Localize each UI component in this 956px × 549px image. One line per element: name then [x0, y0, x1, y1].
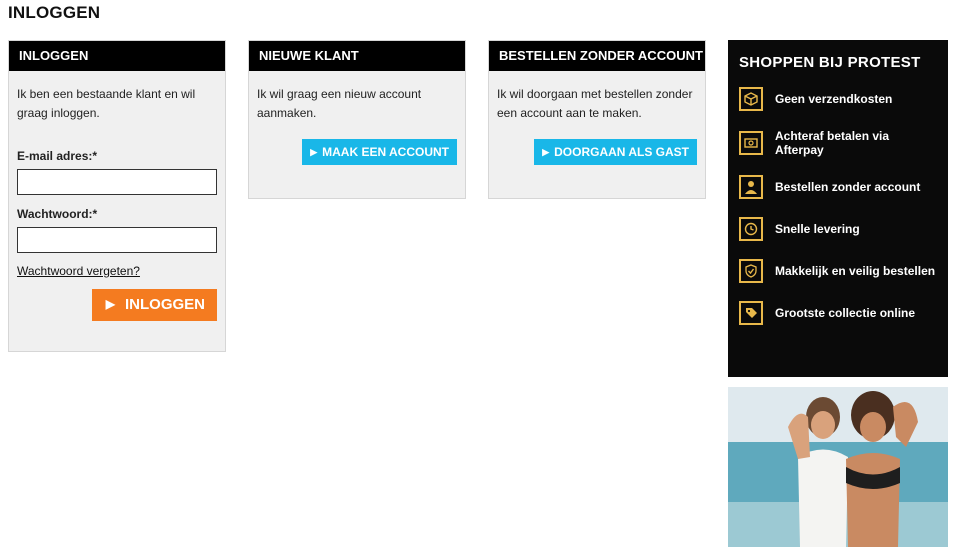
password-field[interactable] — [17, 227, 217, 253]
usp-label: Bestellen zonder account — [775, 180, 921, 194]
usp-label: Snelle levering — [775, 222, 860, 236]
money-icon — [739, 131, 763, 155]
arrow-right-icon: ▶ — [542, 147, 550, 157]
forgot-password-link[interactable]: Wachtwoord vergeten? — [17, 262, 140, 281]
guest-checkout-intro-text: Ik wil doorgaan met bestellen zonder een… — [497, 87, 693, 120]
guest-checkout-panel: BESTELLEN ZONDER ACCOUNT Ik wil doorgaan… — [488, 40, 706, 199]
usp-label: Makkelijk en veilig bestellen — [775, 264, 936, 278]
usp-label: Geen verzendkosten — [775, 92, 893, 106]
create-account-button[interactable]: ▶ MAAK EEN ACCOUNT — [302, 139, 457, 165]
arrow-right-icon: ▶ — [310, 147, 318, 157]
new-customer-panel: NIEUWE KLANT Ik wil graag een nieuw acco… — [248, 40, 466, 199]
person-icon — [739, 175, 763, 199]
guest-checkout-panel-header: BESTELLEN ZONDER ACCOUNT — [489, 41, 705, 71]
usp-item: Makkelijk en veilig bestellen — [739, 259, 938, 283]
beach-photo-image — [728, 387, 948, 547]
tag-icon — [739, 301, 763, 325]
create-account-button-label: MAAK EEN ACCOUNT — [322, 145, 449, 159]
login-panel: INLOGGEN Ik ben een bestaande klant en w… — [8, 40, 226, 352]
email-label: E-mail adres:* — [17, 149, 98, 163]
shield-check-icon — [739, 259, 763, 283]
usp-label: Grootste collectie online — [775, 306, 916, 320]
promo-title: SHOPPEN BIJ PROTEST — [739, 54, 921, 71]
promo-photo — [728, 387, 948, 547]
password-label: Wachtwoord:* — [17, 207, 98, 221]
login-panel-header: INLOGGEN — [9, 41, 225, 71]
usp-item: Achteraf betalen via Afterpay — [739, 129, 938, 157]
login-button-label: INLOGGEN — [124, 296, 205, 313]
arrow-right-icon: ▶ — [105, 297, 115, 311]
guest-checkout-button-label: DOORGAAN ALS GAST — [554, 145, 689, 159]
usp-label: Achteraf betalen via Afterpay — [775, 129, 890, 157]
clock-icon — [739, 217, 763, 241]
login-intro-text: Ik ben een bestaande klant en wil graag … — [17, 87, 196, 120]
usp-item: Snelle levering — [739, 217, 938, 241]
page-title: INLOGGEN — [8, 3, 101, 22]
new-customer-panel-header: NIEUWE KLANT — [249, 41, 465, 71]
email-field[interactable] — [17, 169, 217, 195]
promo-box: SHOPPEN BIJ PROTEST Geen verzendkosten A… — [728, 40, 948, 377]
guest-checkout-button[interactable]: ▶ DOORGAAN ALS GAST — [534, 139, 697, 165]
usp-item: Bestellen zonder account — [739, 175, 938, 199]
usp-item: Geen verzendkosten — [739, 87, 938, 111]
new-customer-intro-text: Ik wil graag een nieuw account aanmaken. — [257, 87, 422, 120]
box-icon — [739, 87, 763, 111]
usp-item: Grootste collectie online — [739, 301, 938, 325]
login-button[interactable]: ▶ INLOGGEN — [91, 289, 217, 321]
